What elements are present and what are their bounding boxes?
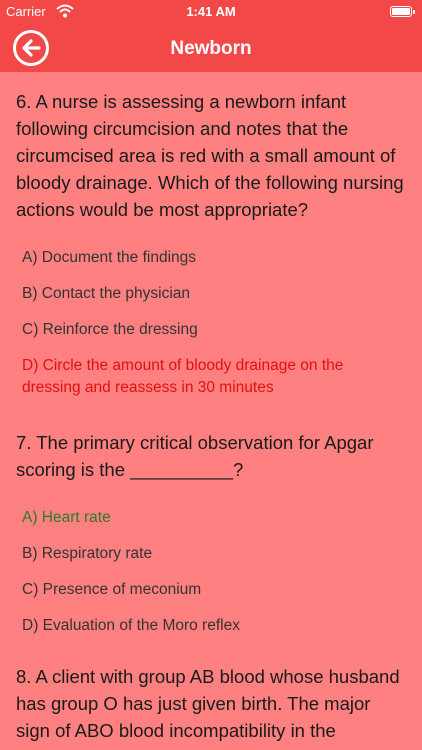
question-7-option-a[interactable]: A) Heart rate [22,507,400,529]
question-6-option-c[interactable]: C) Reinforce the dressing [22,319,400,341]
question-6-option-b[interactable]: B) Contact the physician [22,283,400,305]
question-7-text: 7. The primary critical observation for … [16,432,374,480]
question-8-text: 8. A client with group AB blood whose hu… [16,666,400,750]
question-7-option-d[interactable]: D) Evaluation of the Moro reflex [22,615,400,637]
question-6-option-a[interactable]: A) Document the findings [22,247,400,269]
status-time: 1:41 AM [186,4,236,19]
question-list[interactable]: 6. A nurse is assessing a newborn infant… [0,72,422,750]
question-7-option-b[interactable]: B) Respiratory rate [22,543,400,565]
page-title: Newborn [170,38,252,59]
battery-icon [390,6,415,17]
question-6-option-d[interactable]: D) Circle the amount of bloody drainage … [22,355,400,399]
status-bar: Carrier 1:41 AM [0,0,422,24]
question-6-text: 6. A nurse is assessing a newborn infant… [16,91,404,220]
nav-header: Carrier 1:41 AM Newborn [0,0,422,72]
question-7-option-c[interactable]: C) Presence of meconium [22,579,400,601]
